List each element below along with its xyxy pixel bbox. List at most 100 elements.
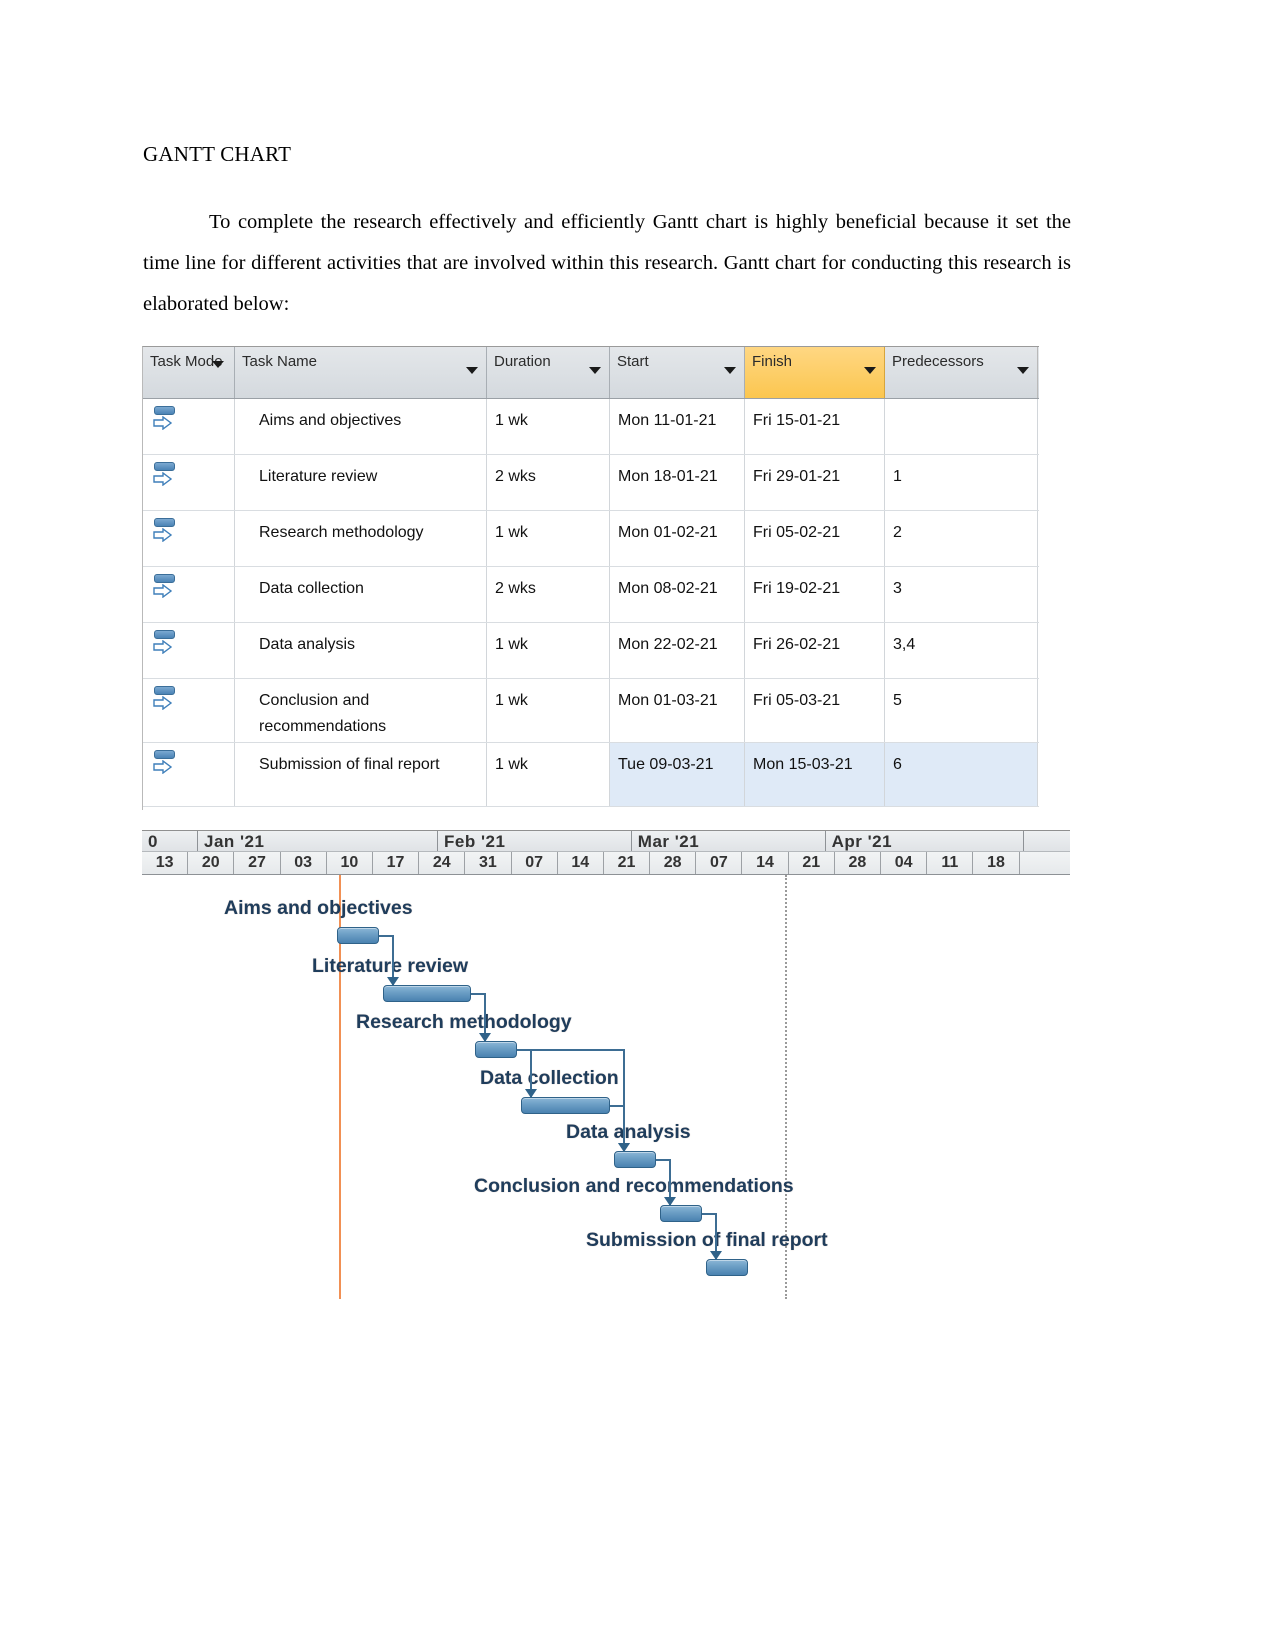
cell-predecessors[interactable]: 3,4 bbox=[885, 623, 1038, 678]
cell-start[interactable]: Tue 09-03-21 bbox=[610, 743, 745, 806]
column-header-predecessors[interactable]: Predecessors bbox=[885, 347, 1038, 398]
timeline-week-cell: 07 bbox=[696, 852, 743, 874]
cell-start[interactable]: Mon 22-02-21 bbox=[610, 623, 745, 678]
table-row[interactable]: Submission of final report 1 wk Tue 09-03-… bbox=[143, 743, 1039, 807]
manually-scheduled-icon-arrow bbox=[153, 472, 172, 486]
timeline-month-cell: 0 bbox=[142, 831, 198, 851]
cell-predecessors[interactable]: 6 bbox=[885, 743, 1038, 806]
chevron-down-icon[interactable] bbox=[589, 367, 601, 374]
column-header-task-mode[interactable]: Task Mode bbox=[143, 347, 235, 398]
gantt-bar-label: Data analysis bbox=[566, 1121, 691, 1143]
chevron-down-icon[interactable] bbox=[864, 367, 876, 374]
cell-start[interactable]: Mon 01-03-21 bbox=[610, 679, 745, 742]
timeline-week-cell: 31 bbox=[465, 852, 512, 874]
cell-start[interactable]: Mon 11-01-21 bbox=[610, 399, 745, 454]
cell-predecessors[interactable] bbox=[885, 399, 1038, 454]
column-header-task-name-label: Task Name bbox=[242, 353, 318, 370]
manually-scheduled-icon-bar bbox=[154, 686, 175, 695]
cell-task-name[interactable]: Data analysis bbox=[235, 623, 487, 678]
cell-task-name[interactable]: Data collection bbox=[235, 567, 487, 622]
cell-start[interactable]: Mon 08-02-21 bbox=[610, 567, 745, 622]
cell-finish[interactable]: Fri 29-01-21 bbox=[745, 455, 885, 510]
table-row[interactable]: Research methodology 1 wk Mon 01-02-21 Fri … bbox=[143, 511, 1039, 567]
cell-task-mode[interactable] bbox=[143, 743, 235, 806]
table-row[interactable]: Data analysis 1 wk Mon 22-02-21 Fri 26-02-2… bbox=[143, 623, 1039, 679]
timeline-week-cell: 11 bbox=[927, 852, 974, 874]
cell-predecessors[interactable]: 1 bbox=[885, 455, 1038, 510]
column-header-finish[interactable]: Finish bbox=[745, 347, 885, 398]
cell-duration[interactable]: 2 wks bbox=[487, 567, 610, 622]
cell-finish[interactable]: Fri 15-01-21 bbox=[745, 399, 885, 454]
timeline-week-cell: 14 bbox=[558, 852, 604, 874]
cell-task-name[interactable]: Conclusion and recommendations bbox=[235, 679, 487, 742]
timeline-month-label: Mar '21 bbox=[637, 832, 700, 851]
timeline-week-label: 21 bbox=[802, 854, 821, 871]
column-header-predecessors-label: Predecessors bbox=[892, 353, 984, 370]
gantt-bar[interactable] bbox=[382, 985, 472, 1002]
cell-duration[interactable]: 1 wk bbox=[487, 743, 610, 806]
manually-scheduled-icon-bar bbox=[154, 462, 175, 471]
cell-predecessors[interactable]: 2 bbox=[885, 511, 1038, 566]
cell-task-mode[interactable] bbox=[143, 455, 235, 510]
cell-task-mode[interactable] bbox=[143, 399, 235, 454]
grid-header-row: Task Mode Task Name Duration Start Finis… bbox=[143, 347, 1039, 399]
manually-scheduled-icon-arrow bbox=[153, 528, 172, 542]
chevron-down-icon[interactable] bbox=[466, 367, 478, 374]
cell-start[interactable]: Mon 01-02-21 bbox=[610, 511, 745, 566]
timeline-week-label: 10 bbox=[340, 854, 359, 871]
gantt-bar[interactable] bbox=[336, 927, 379, 944]
cell-finish[interactable]: Mon 15-03-21 bbox=[745, 743, 885, 806]
column-header-duration[interactable]: Duration bbox=[487, 347, 610, 398]
cell-finish[interactable]: Fri 26-02-21 bbox=[745, 623, 885, 678]
cell-finish[interactable]: Fri 05-03-21 bbox=[745, 679, 885, 742]
timeline-week-cell: 04 bbox=[881, 852, 928, 874]
timeline-week-cell: 21 bbox=[789, 852, 835, 874]
table-row[interactable]: Literature review 2 wks Mon 18-01-21 Fri 29… bbox=[143, 455, 1039, 511]
cell-predecessors[interactable]: 5 bbox=[885, 679, 1038, 742]
gantt-bar[interactable] bbox=[521, 1097, 610, 1114]
table-row[interactable]: Aims and objectives 1 wk Mon 11-01-21 Fri 1… bbox=[143, 399, 1039, 455]
cell-duration[interactable]: 1 wk bbox=[487, 623, 610, 678]
gantt-bar[interactable] bbox=[660, 1205, 703, 1222]
timeline-week-label: 28 bbox=[848, 854, 867, 871]
timeline-week-label: 24 bbox=[432, 854, 451, 871]
cell-task-name[interactable]: Research methodology bbox=[235, 511, 487, 566]
timeline-week-label: 17 bbox=[386, 854, 405, 871]
timeline-week-cell: 10 bbox=[327, 852, 373, 874]
cell-task-mode[interactable] bbox=[143, 567, 235, 622]
table-row[interactable]: Conclusion and recommendations 1 wk Mon 01… bbox=[143, 679, 1039, 743]
chevron-down-icon[interactable] bbox=[724, 367, 736, 374]
cell-duration[interactable]: 2 wks bbox=[487, 455, 610, 510]
cell-duration[interactable]: 1 wk bbox=[487, 399, 610, 454]
column-header-task-name[interactable]: Task Name bbox=[235, 347, 487, 398]
cell-finish[interactable]: Fri 05-02-21 bbox=[745, 511, 885, 566]
page-title: GANTT CHART bbox=[143, 142, 292, 166]
timeline-week-cell: 20 bbox=[188, 852, 235, 874]
column-header-start[interactable]: Start bbox=[610, 347, 745, 398]
cell-duration[interactable]: 1 wk bbox=[487, 511, 610, 566]
cell-task-mode[interactable] bbox=[143, 623, 235, 678]
gantt-bar[interactable] bbox=[613, 1151, 656, 1168]
manually-scheduled-icon-arrow bbox=[153, 696, 172, 710]
cell-task-mode[interactable] bbox=[143, 511, 235, 566]
cell-predecessors[interactable]: 3 bbox=[885, 567, 1038, 622]
gantt-bar-label: Data collection bbox=[480, 1067, 619, 1089]
cell-start[interactable]: Mon 18-01-21 bbox=[610, 455, 745, 510]
cell-task-name[interactable]: Aims and objectives bbox=[235, 399, 487, 454]
cell-task-name[interactable]: Submission of final report bbox=[235, 743, 487, 806]
cell-duration[interactable]: 1 wk bbox=[487, 679, 610, 742]
table-row[interactable]: Data collection 2 wks Mon 08-02-21 Fri 19-0… bbox=[143, 567, 1039, 623]
timeline-week-cell: 07 bbox=[512, 852, 558, 874]
intro-paragraph: To complete the research effectively and… bbox=[143, 211, 1071, 315]
timeline-week-label: 21 bbox=[617, 854, 636, 871]
manually-scheduled-icon-bar bbox=[154, 406, 175, 415]
cell-task-mode[interactable] bbox=[143, 679, 235, 742]
timeline-week-label: 31 bbox=[479, 854, 497, 871]
chevron-down-icon[interactable] bbox=[212, 361, 224, 368]
gantt-bar[interactable] bbox=[706, 1259, 749, 1276]
chevron-down-icon[interactable] bbox=[1017, 367, 1029, 374]
gantt-bar[interactable] bbox=[475, 1041, 518, 1058]
cell-finish[interactable]: Fri 19-02-21 bbox=[745, 567, 885, 622]
gantt-bars-area: Aims and objectives Literature review Rese… bbox=[142, 875, 1070, 1299]
cell-task-name[interactable]: Literature review bbox=[235, 455, 487, 510]
